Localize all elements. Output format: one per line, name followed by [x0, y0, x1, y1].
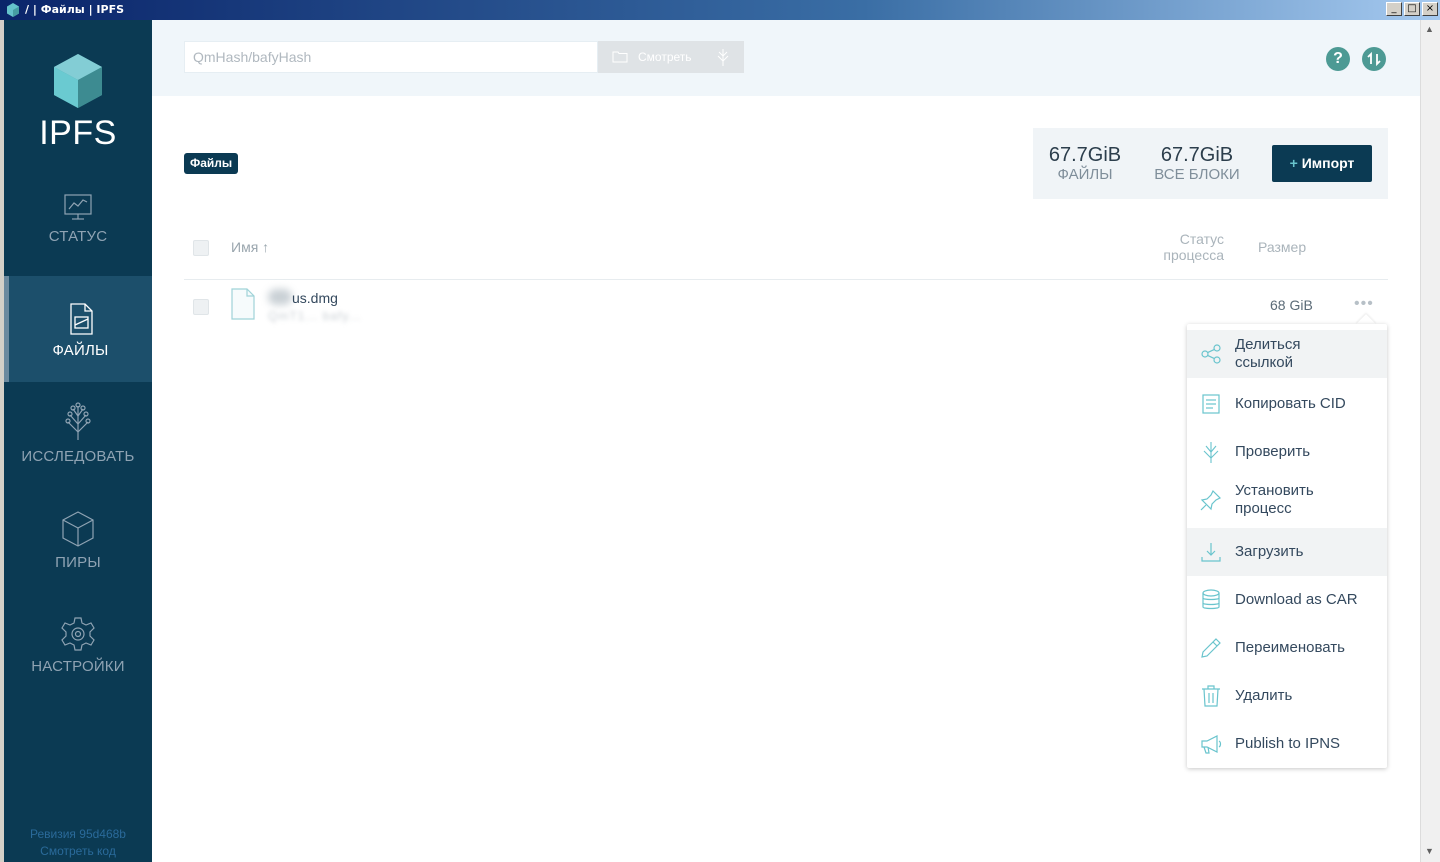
label-line1: Делиться: [1235, 336, 1301, 353]
vertical-scrollbar[interactable]: [1420, 20, 1440, 862]
megaphone-icon: [1201, 735, 1222, 754]
context-menu: Делиться ссылкой Копировать CID Проверит…: [1187, 324, 1387, 768]
plus-icon: +: [1289, 155, 1298, 171]
menu-item-delete[interactable]: Удалить: [1187, 672, 1387, 720]
menu-item-rename[interactable]: Переименовать: [1187, 624, 1387, 672]
files-table-header: Имя ↑ Статус процесса Размер: [184, 220, 1388, 280]
menu-item-label: Делиться ссылкой: [1235, 336, 1300, 372]
menu-item-label: Загрузить: [1235, 543, 1304, 560]
menu-item-set-pinning[interactable]: Установить процесс: [1187, 476, 1387, 524]
help-icon[interactable]: ?: [1326, 47, 1350, 71]
sidebar: IPFS СТАТУС ФАЙЛЫ ИССЛЕДОВАТЬ ПИРЫ НАСТР…: [4, 20, 152, 862]
peers-icon: [62, 511, 94, 547]
sidebar-item-label: НАСТРОЙКИ: [31, 658, 125, 675]
ipfs-logo[interactable]: IPFS: [4, 52, 152, 153]
blocks-size-value: 67.7GiB: [1160, 144, 1234, 166]
files-icon: [69, 303, 93, 335]
logo-text: IPFS: [39, 114, 117, 152]
import-button-label: Импорт: [1301, 155, 1355, 171]
ipfs-cube-logo-icon: [54, 54, 102, 108]
menu-item-share-link[interactable]: Делиться ссылкой: [1187, 330, 1387, 378]
window-title: / | Файлы | IPFS: [25, 3, 125, 16]
blocks-size-label: ВСЕ БЛОКИ: [1154, 166, 1240, 183]
sidebar-item-explore[interactable]: ИССЛЕДОВАТЬ: [4, 402, 152, 508]
blocks-stat: 67.7GiB ВСЕ БЛОКИ: [1151, 144, 1243, 183]
transfer-arrows-icon[interactable]: [1362, 47, 1386, 71]
files-size-value: 67.7GiB: [1048, 144, 1122, 166]
files-size-label: ФАЙЛЫ: [1057, 166, 1113, 183]
inspect-icon: [1203, 442, 1219, 463]
copy-icon: [1202, 394, 1220, 414]
file-size: 68 GiB: [1270, 297, 1313, 313]
maximize-button[interactable]: □: [1404, 2, 1420, 16]
breadcrumb[interactable]: Файлы: [184, 153, 239, 174]
menu-item-download-car[interactable]: Download as CAR: [1187, 576, 1387, 624]
cid-search-input[interactable]: [184, 41, 598, 73]
ipfs-app-icon: [7, 3, 19, 17]
column-header-size[interactable]: Размер: [1258, 239, 1306, 255]
menu-item-download[interactable]: Загрузить: [1187, 528, 1387, 576]
view-code-link[interactable]: Смотреть код: [4, 843, 152, 860]
status-icon: [64, 194, 92, 220]
trash-icon: [1202, 685, 1220, 707]
sidebar-item-files[interactable]: ФАЙЛЫ: [4, 276, 152, 382]
menu-item-label: Установить процесс: [1235, 482, 1314, 518]
sidebar-item-label: ФАЙЛЫ: [52, 342, 109, 359]
explore-icon: [65, 402, 91, 440]
ipld-tree-icon: [717, 49, 729, 66]
menu-item-label: Publish to IPNS: [1235, 735, 1341, 752]
sidebar-item-label: СТАТУС: [48, 228, 108, 245]
column-header-name[interactable]: Имя ↑: [231, 239, 269, 255]
files-stat: 67.7GiB ФАЙЛЫ: [1047, 144, 1123, 183]
pin-icon: [1200, 489, 1222, 511]
database-icon: [1202, 589, 1220, 610]
label-line1: Установить: [1235, 482, 1314, 499]
minimize-button[interactable]: _: [1386, 2, 1402, 16]
repo-stats: 67.7GiB ФАЙЛЫ 67.7GiB ВСЕ БЛОКИ + Импорт: [1033, 128, 1388, 199]
select-all-checkbox[interactable]: [193, 240, 209, 256]
settings-icon: [61, 617, 95, 651]
sidebar-item-label: ИССЛЕДОВАТЬ: [21, 448, 135, 465]
revision-link[interactable]: Ревизия 95d468b: [4, 826, 152, 843]
share-icon: [1201, 344, 1221, 364]
menu-item-publish-ipns[interactable]: Publish to IPNS: [1187, 720, 1387, 768]
pencil-icon: [1201, 638, 1221, 658]
menu-item-label: Переименовать: [1235, 639, 1345, 656]
pin-status-line1: Статус: [1179, 231, 1224, 247]
menu-item-copy-cid[interactable]: Копировать CID: [1187, 380, 1387, 428]
menu-item-inspect[interactable]: Проверить: [1187, 428, 1387, 476]
file-name[interactable]: us.dmg: [292, 290, 338, 306]
sidebar-item-peers[interactable]: ПИРЫ: [4, 510, 152, 616]
sidebar-item-label: ПИРЫ: [55, 554, 101, 571]
sidebar-footer: Ревизия 95d468b Смотреть код: [4, 826, 152, 860]
label-line2: ссылкой: [1235, 354, 1293, 371]
menu-item-label: Копировать CID: [1235, 395, 1346, 412]
menu-item-label: Удалить: [1235, 687, 1293, 704]
redacted-name-prefix: [268, 289, 292, 305]
file-cid: QmT1... bafy...: [268, 309, 362, 323]
download-icon: [1201, 543, 1221, 562]
top-header: Смотреть ?: [152, 20, 1420, 96]
import-button[interactable]: + Импорт: [1272, 145, 1372, 182]
scroll-down-arrow-icon[interactable]: ▼: [1425, 846, 1434, 856]
row-checkbox[interactable]: [193, 299, 209, 315]
menu-item-label: Download as CAR: [1235, 591, 1358, 608]
label-line2: процесс: [1235, 500, 1292, 517]
window-controls: _ □ ×: [1386, 2, 1438, 16]
window-titlebar: / | Файлы | IPFS _ □ ×: [0, 0, 1440, 20]
browse-button-label: Смотреть: [638, 50, 692, 64]
scroll-up-arrow-icon[interactable]: ▲: [1425, 24, 1434, 34]
close-button[interactable]: ×: [1422, 2, 1438, 16]
browse-button[interactable]: Смотреть: [598, 41, 744, 73]
more-options-icon[interactable]: •••: [1354, 295, 1374, 313]
sidebar-item-settings[interactable]: НАСТРОЙКИ: [4, 616, 152, 722]
menu-item-label: Проверить: [1235, 443, 1311, 460]
folder-icon: [612, 51, 628, 63]
column-header-pin-status: Статус процесса: [1138, 231, 1224, 263]
pin-status-line2: процесса: [1163, 247, 1224, 263]
file-icon: [231, 288, 255, 320]
